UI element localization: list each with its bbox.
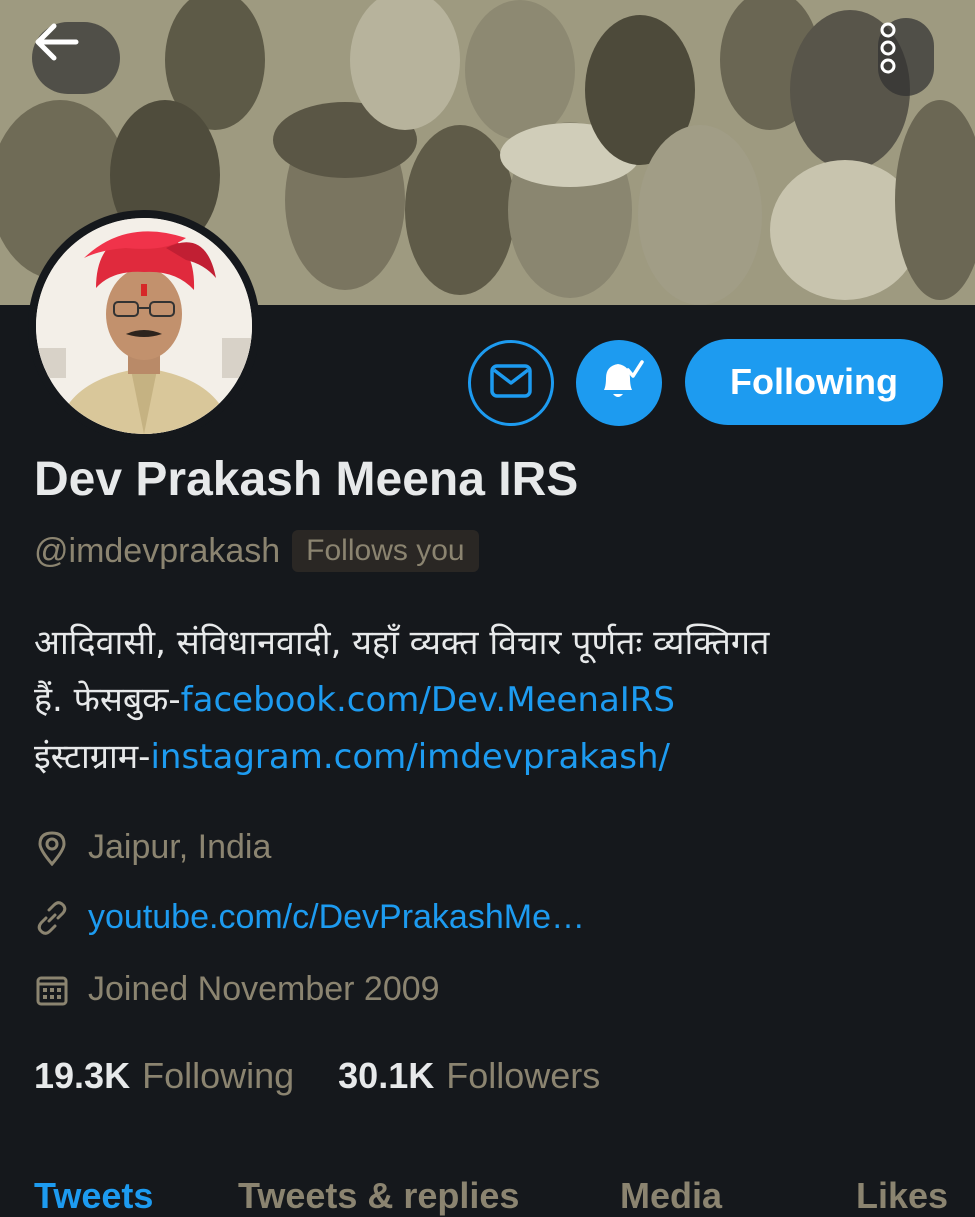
more-options-button[interactable]: [878, 18, 934, 96]
link-icon: [34, 900, 70, 936]
tab-tweets-replies[interactable]: Tweets & replies: [238, 1175, 519, 1217]
follows-you-badge: Follows you: [292, 530, 479, 572]
tab-likes[interactable]: Likes: [856, 1175, 948, 1217]
tab-tweets[interactable]: Tweets: [34, 1175, 153, 1217]
notifications-button[interactable]: [576, 340, 662, 426]
website-row: youtube.com/c/DevPrakashMe…: [34, 898, 585, 937]
bio-line-3: इंस्टाग्राम-instagram.com/imdevprakash/: [34, 729, 934, 786]
following-stat[interactable]: 19.3K Following: [34, 1055, 294, 1097]
following-count: 19.3K: [34, 1055, 131, 1096]
bio-line-1: आदिवासी, संविधानवादी, यहाँ व्यक्त विचार …: [34, 623, 770, 663]
follow-stats: 19.3K Following 30.1K Followers: [34, 1055, 644, 1097]
back-button[interactable]: [32, 22, 120, 94]
calendar-icon: [34, 972, 70, 1008]
followers-stat[interactable]: 30.1K Followers: [338, 1055, 600, 1097]
handle-row: @imdevprakash Follows you: [34, 530, 479, 572]
followers-count: 30.1K: [338, 1055, 435, 1096]
joined-text: Joined November 2009: [88, 970, 440, 1008]
message-button[interactable]: [468, 340, 554, 426]
profile-name: Dev Prakash Meena IRS: [34, 453, 579, 506]
instagram-link[interactable]: instagram.com/imdevprakash/: [150, 737, 670, 777]
profile-bio: आदिवासी, संविधानवादी, यहाँ व्यक्त विचार …: [34, 615, 934, 786]
bio-line-2: हैं. फेसबुक-facebook.com/Dev.MeenaIRS: [34, 672, 934, 729]
bio-instagram-prefix: इंस्टाग्राम-: [34, 737, 151, 777]
location-text: Jaipur, India: [88, 828, 272, 866]
location-row: Jaipur, India: [34, 828, 271, 867]
facebook-link[interactable]: facebook.com/Dev.MeenaIRS: [181, 680, 675, 720]
envelope-icon: [486, 356, 536, 411]
profile-avatar[interactable]: [28, 210, 260, 442]
followers-label: Followers: [446, 1055, 601, 1096]
avatar-photo: [36, 218, 252, 434]
bio-facebook-prefix: हैं. फेसबुक-: [34, 680, 181, 720]
following-button[interactable]: Following: [685, 339, 943, 425]
following-label: Following: [142, 1055, 295, 1096]
profile-tabs: Tweets Tweets & replies Media Likes: [0, 1175, 975, 1217]
tab-media[interactable]: Media: [620, 1175, 722, 1217]
bell-check-icon: [592, 354, 646, 413]
joined-row: Joined November 2009: [34, 970, 440, 1009]
location-pin-icon: [34, 830, 70, 866]
website-link[interactable]: youtube.com/c/DevPrakashMe…: [88, 898, 585, 937]
profile-handle: @imdevprakash: [34, 531, 281, 570]
